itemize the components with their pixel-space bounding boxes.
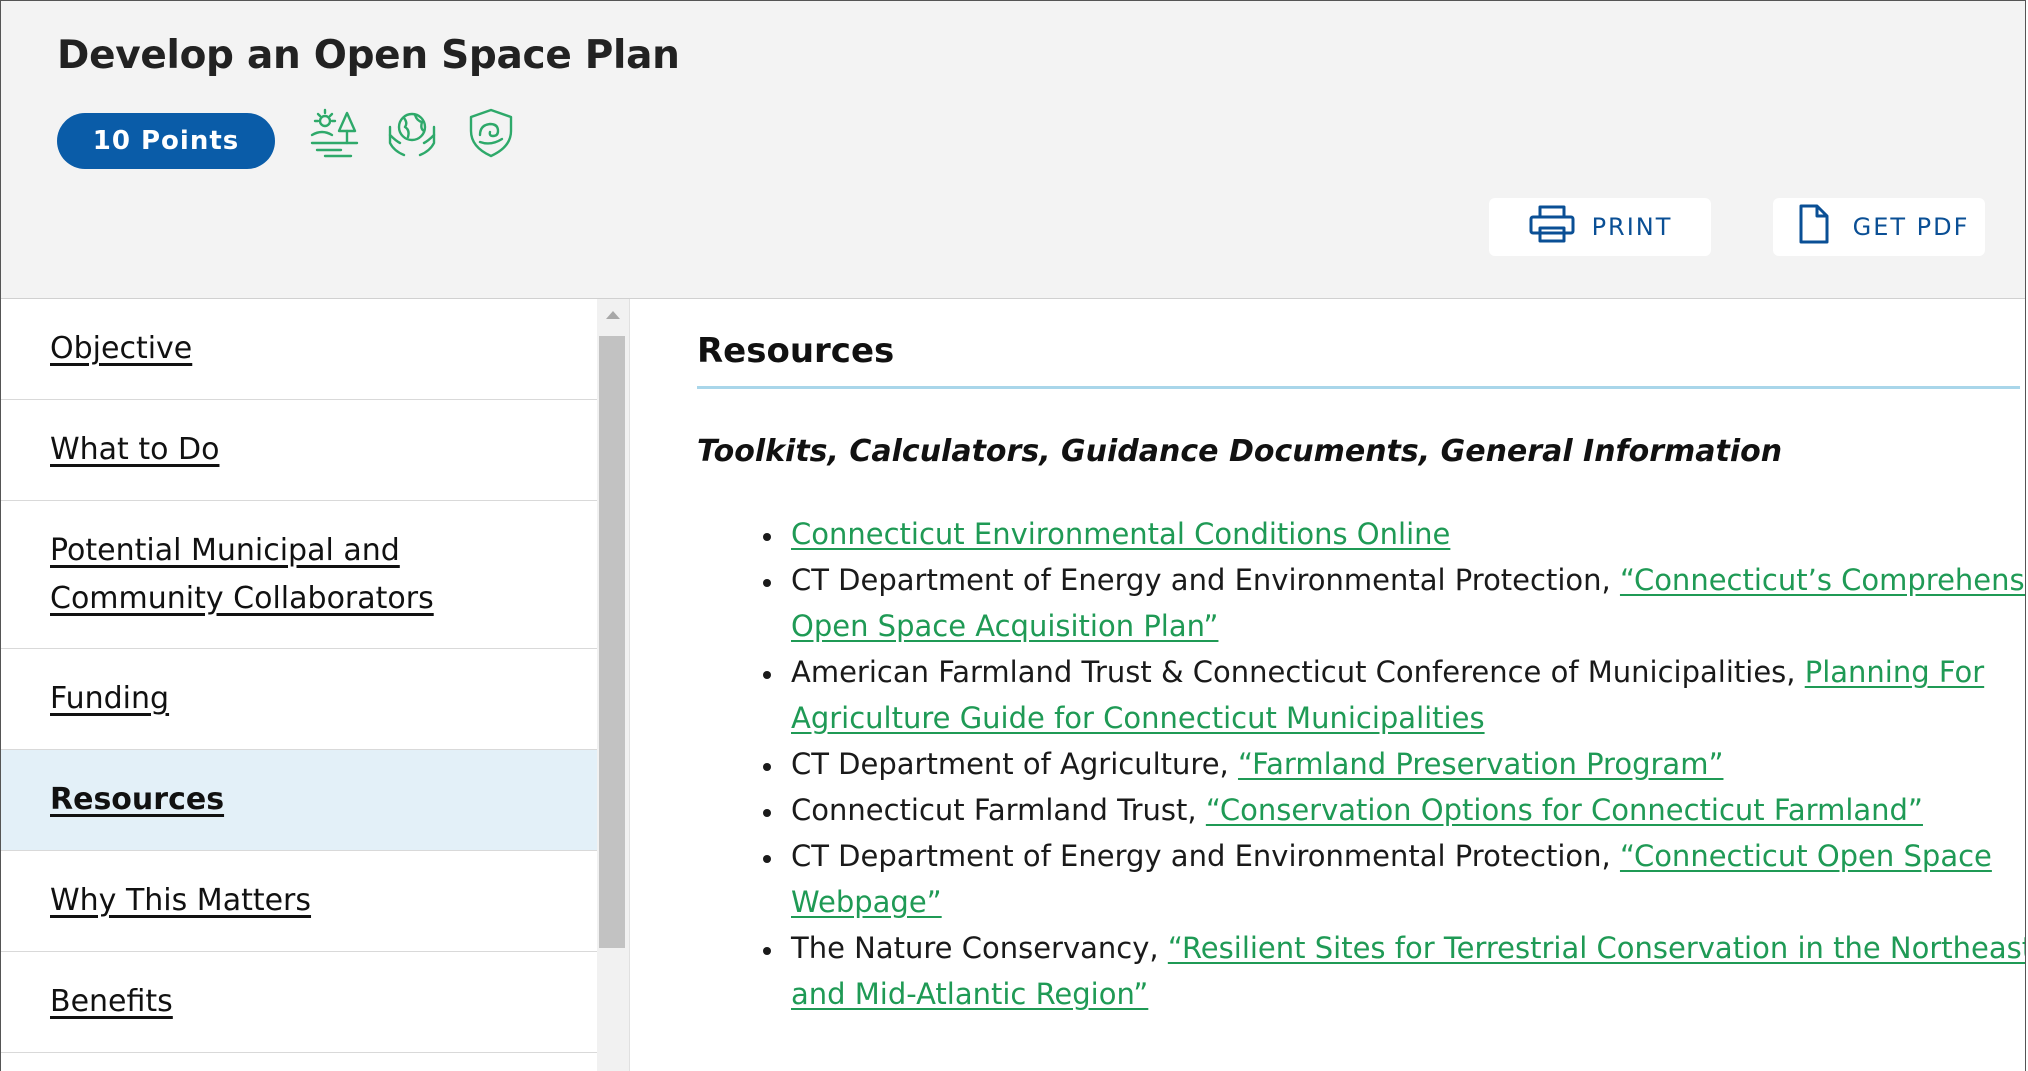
- landscape-trees-icon: [307, 105, 363, 161]
- page-title: Develop an Open Space Plan: [57, 33, 680, 78]
- resource-link[interactable]: “Farmland Preservation Program”: [1238, 747, 1723, 781]
- resources-subheading: Toolkits, Calculators, Guidance Document…: [697, 434, 1783, 469]
- scroll-up-arrow-icon[interactable]: [606, 311, 620, 319]
- sidebar-item-what-to-do[interactable]: What to Do: [1, 400, 597, 501]
- section-nav: Objective What to Do Potential Municipal…: [1, 299, 597, 1071]
- page-header: Develop an Open Space Plan 10 Points PRI…: [1, 1, 2025, 299]
- print-label: PRINT: [1591, 213, 1673, 241]
- list-item: CT Department of Agriculture, “Farmland …: [785, 741, 2025, 787]
- shield-water-icon: [463, 105, 519, 161]
- sidebar-scrollbar[interactable]: [597, 299, 629, 1071]
- sidebar-item-collaborators[interactable]: Potential Municipal and Community Collab…: [1, 501, 597, 649]
- app-frame: Develop an Open Space Plan 10 Points PRI…: [0, 0, 2026, 1071]
- resource-link[interactable]: “Conservation Options for Connecticut Fa…: [1206, 793, 1923, 827]
- document-icon: [1789, 204, 1837, 250]
- sidebar-item-objective[interactable]: Objective: [1, 299, 597, 400]
- list-item: CT Department of Energy and Environmenta…: [785, 557, 2025, 649]
- get-pdf-button[interactable]: GET PDF: [1773, 198, 1985, 256]
- sidebar-item-resources[interactable]: Resources: [1, 750, 597, 851]
- print-button[interactable]: PRINT: [1489, 198, 1711, 256]
- list-item: Connecticut Environmental Conditions Onl…: [785, 511, 2025, 557]
- section-divider: [697, 386, 2020, 389]
- section-heading: Resources: [697, 331, 895, 371]
- list-item: The Nature Conservancy, “Resilient Sites…: [785, 925, 2025, 1017]
- list-item: CT Department of Energy and Environmenta…: [785, 833, 2025, 925]
- content-panel: Resources Toolkits, Calculators, Guidanc…: [629, 299, 2025, 1071]
- points-badge: 10 Points: [57, 113, 275, 169]
- resource-link[interactable]: Connecticut Environmental Conditions Onl…: [791, 517, 1450, 551]
- list-item: Connecticut Farmland Trust, “Conservatio…: [785, 787, 2025, 833]
- resource-list: Connecticut Environmental Conditions Onl…: [700, 511, 2025, 1017]
- printer-icon: [1528, 204, 1576, 250]
- list-item: American Farmland Trust & Connecticut Co…: [785, 649, 2025, 741]
- sidebar-item-funding[interactable]: Funding: [1, 649, 597, 750]
- sidebar-item-benefits[interactable]: Benefits: [1, 952, 597, 1053]
- scrollbar-thumb[interactable]: [599, 336, 625, 948]
- sidebar-item-why-this-matters[interactable]: Why This Matters: [1, 851, 597, 952]
- get-pdf-label: GET PDF: [1852, 213, 1970, 241]
- hands-globe-icon: [384, 105, 440, 161]
